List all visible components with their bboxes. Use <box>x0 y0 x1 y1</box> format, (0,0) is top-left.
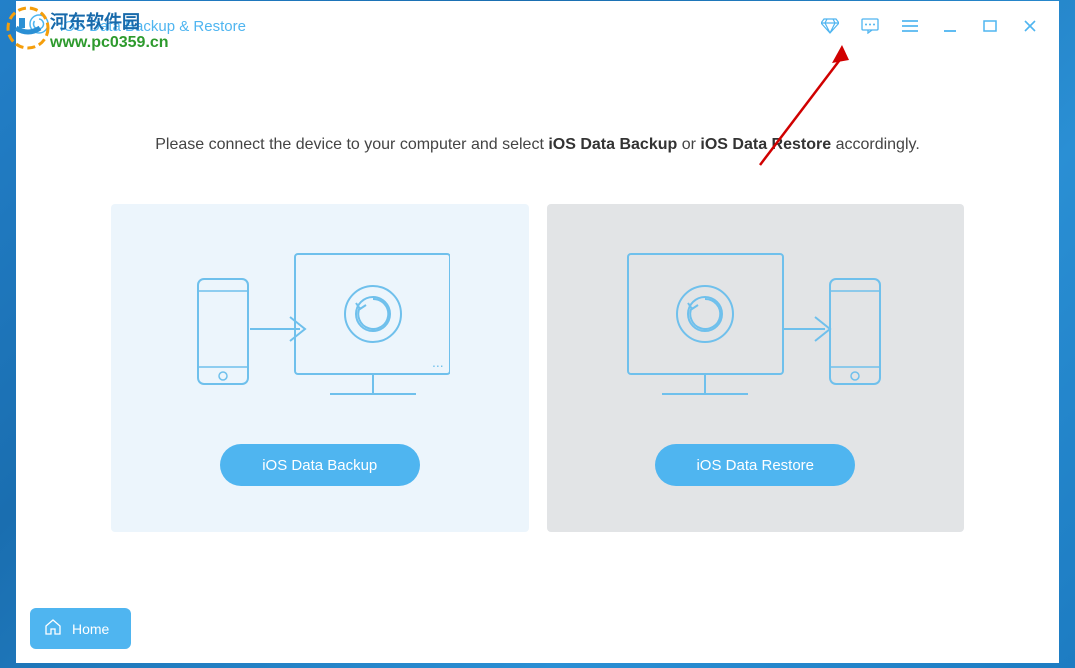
app-window: iOS Data Backup & Restore Please con <box>16 1 1059 663</box>
maximize-icon[interactable] <box>981 17 999 35</box>
home-button-label: Home <box>72 621 109 637</box>
backup-button[interactable]: iOS Data Backup <box>220 444 420 486</box>
backup-illustration-icon: ... <box>190 239 450 424</box>
menu-icon[interactable] <box>901 17 919 35</box>
home-icon <box>44 618 62 639</box>
restore-card[interactable]: iOS Data Restore <box>547 204 965 532</box>
home-button[interactable]: Home <box>30 608 131 649</box>
minimize-icon[interactable] <box>941 17 959 35</box>
restore-illustration-icon <box>625 239 885 424</box>
close-icon[interactable] <box>1021 17 1039 35</box>
restore-button[interactable]: iOS Data Restore <box>655 444 855 486</box>
feedback-icon[interactable] <box>861 17 879 35</box>
app-title: iOS Data Backup & Restore <box>60 18 246 35</box>
titlebar: iOS Data Backup & Restore <box>16 1 1059 51</box>
app-logo-icon <box>28 13 50 40</box>
vip-diamond-icon[interactable] <box>821 17 839 35</box>
instruction-text: Please connect the device to your comput… <box>16 51 1059 204</box>
backup-card[interactable]: ... iOS Data Backup <box>111 204 529 532</box>
svg-text:...: ... <box>432 354 444 370</box>
